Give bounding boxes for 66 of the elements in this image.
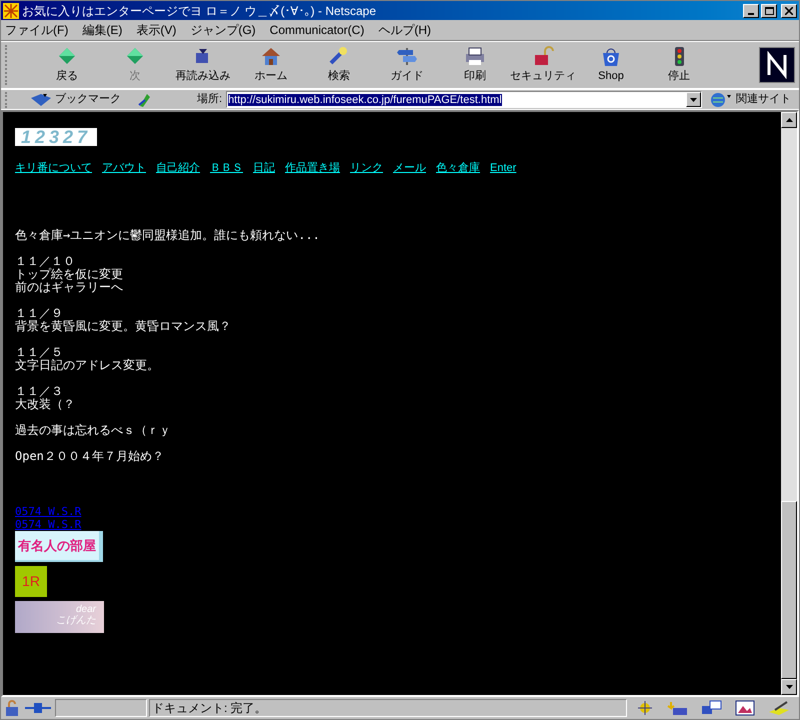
bookmarks-button[interactable]: ブックマーク	[29, 91, 121, 108]
url-text[interactable]: http://sukimiru.web.infoseek.co.jp/furemuPAGE/test.html	[228, 94, 502, 106]
netscape-logo[interactable]	[759, 47, 795, 83]
scroll-up-icon[interactable]	[786, 118, 792, 122]
news-text: １１／１０	[15, 254, 76, 268]
window-title: お気に入りはエンターページでヨ ロ＝ノ ウ＿〆(･∀･｡) - Netscape	[22, 2, 378, 20]
location-label: 場所:	[197, 92, 222, 108]
connection-plug-icon[interactable]	[23, 700, 53, 716]
related-sites-button[interactable]: 関連サイト	[710, 91, 791, 108]
close-button[interactable]	[781, 4, 797, 18]
minimize-button[interactable]	[743, 4, 759, 18]
printer-icon	[463, 45, 487, 68]
nav-link[interactable]: キリ番について	[15, 160, 92, 176]
status-text: ドキュメント: 完了。	[152, 700, 267, 717]
toolbar-button[interactable]: 印刷	[441, 43, 509, 87]
menu-item[interactable]: ジャンプ(G)	[190, 21, 256, 39]
nav-link[interactable]: メール	[393, 160, 426, 176]
nav-link[interactable]: 自己紹介	[156, 160, 200, 176]
signpost-icon	[395, 45, 419, 68]
menu-item[interactable]: ヘルプ(H)	[378, 21, 432, 39]
news-text: 背景を黄昏風に変更。黄昏ロマンス風？	[15, 320, 232, 332]
news-text: １１／３	[15, 384, 64, 398]
news-text: 前のはギャラリーへ	[15, 280, 124, 294]
nav-link[interactable]: リンク	[350, 160, 383, 176]
nav-link[interactable]: 日記	[253, 160, 275, 176]
news-text: 大改装（？	[15, 398, 76, 410]
news-text: １１／５	[15, 346, 64, 358]
link-banner[interactable]: 有名人の部屋	[15, 530, 103, 562]
globe-icon	[710, 92, 734, 108]
news-text: トップ絵を仮に変更	[15, 268, 124, 280]
scrollbar[interactable]	[781, 112, 797, 695]
maximize-button[interactable]	[761, 4, 777, 18]
picture-frame-icon[interactable]	[735, 700, 755, 716]
pen-paper-icon[interactable]	[767, 700, 791, 716]
menu-item[interactable]: Communicator(C)	[270, 21, 364, 39]
toolbar-button[interactable]: Shop	[577, 43, 645, 87]
nav-link[interactable]: アバウト	[102, 160, 146, 176]
dropdown-button[interactable]	[686, 92, 701, 107]
netscape-window-icon	[3, 2, 19, 18]
news-text: 色々倉庫→ユニオンに鬱同盟様追加。誰にも頼れない...	[15, 228, 321, 242]
hit-counter: 12327	[15, 128, 98, 146]
toolbar-button[interactable]: 戻る	[33, 43, 101, 87]
padlock-icon[interactable]	[3, 699, 21, 717]
news-text: 文字日記のアドレス変更。	[15, 358, 160, 372]
toolbar-button[interactable]: ガイド	[373, 43, 441, 87]
news-text: Open２００４年７月始め？	[15, 450, 165, 462]
news-text: 過去の事は忘れるべｓ（ｒｙ	[15, 424, 172, 436]
nav-link[interactable]: Enter	[490, 160, 516, 176]
nav-link[interactable]: 色々倉庫	[436, 160, 480, 176]
toolbar-button[interactable]: ホーム	[237, 43, 305, 87]
news-text: １１／９	[15, 306, 64, 320]
menu-item[interactable]: ファイル(F)	[5, 21, 68, 39]
toolbar-button[interactable]: セキュリティ	[509, 43, 577, 87]
chat-bubbles-icon[interactable]	[701, 700, 723, 716]
toolbar-button[interactable]: 検索	[305, 43, 373, 87]
location-field[interactable]: http://sukimiru.web.infoseek.co.jp/furemuPAGE/test.html	[226, 91, 702, 108]
nav-link[interactable]: ＢＢＳ	[210, 160, 243, 176]
close-icon	[785, 6, 793, 14]
toolbar-button[interactable]: 再読み込み	[169, 43, 237, 87]
scroll-down-icon[interactable]	[786, 685, 792, 689]
menu-item[interactable]: 表示(V)	[136, 21, 176, 39]
caret-down-icon	[690, 98, 697, 102]
nav-link[interactable]: 作品置き場	[285, 160, 340, 176]
bookmark-book-icon	[29, 92, 53, 108]
toolbar-button[interactable]: 停止	[645, 43, 713, 87]
menu-item[interactable]: 編集(E)	[82, 21, 122, 39]
